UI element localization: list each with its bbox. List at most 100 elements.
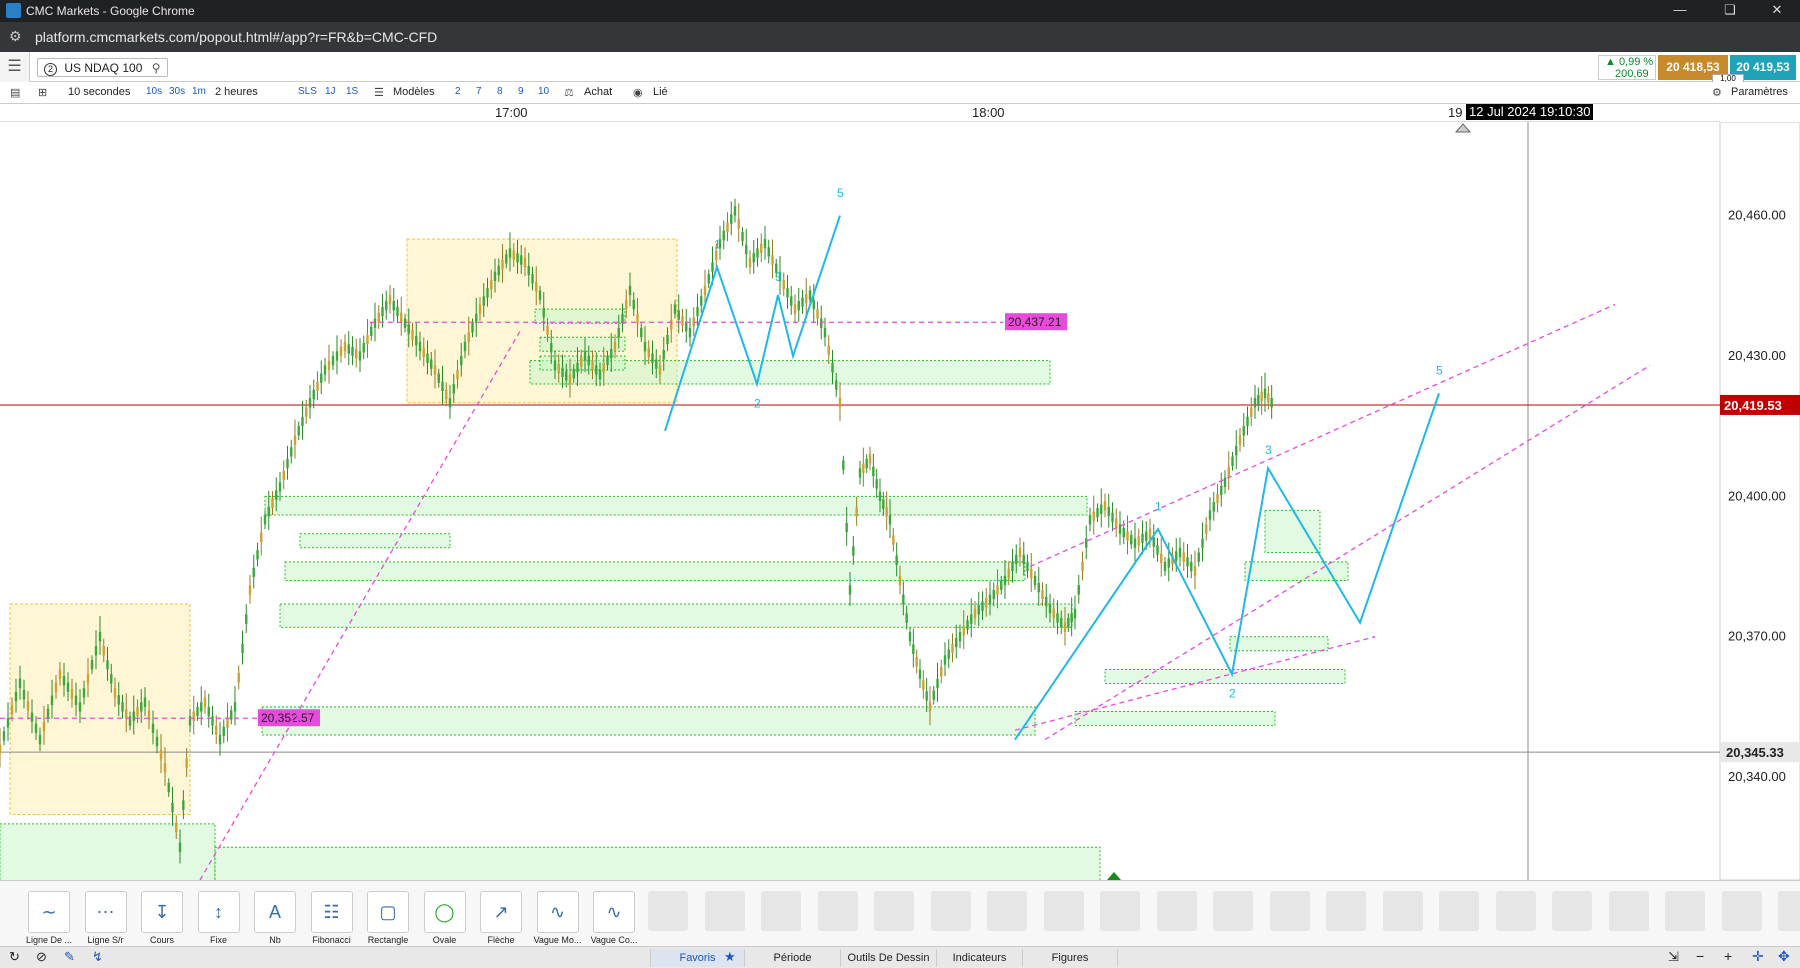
address-bar[interactable]: ⚙ platform.cmcmarkets.com/popout.html#/a… xyxy=(0,22,1800,52)
price-tick: 20,460.00 xyxy=(1728,208,1786,223)
settings-gear-icon[interactable]: ⚙ xyxy=(1712,86,1722,99)
empty-tool-slot[interactable] xyxy=(987,891,1027,931)
range-1j[interactable]: 1J xyxy=(325,86,336,97)
candle-body xyxy=(1077,585,1080,595)
empty-tool-slot[interactable] xyxy=(1269,891,1310,931)
support-resistance-line-tool-button[interactable]: ⋯ xyxy=(84,891,127,933)
template-8[interactable]: 8 xyxy=(497,86,503,97)
empty-tool-slot[interactable] xyxy=(1439,891,1479,931)
refresh-icon[interactable]: ↻ xyxy=(9,949,20,965)
empty-tool-slot[interactable] xyxy=(1495,891,1536,931)
range-dropdown[interactable]: 2 heures xyxy=(215,86,258,98)
candle-body xyxy=(647,347,650,358)
tab-figures[interactable]: Figures xyxy=(1022,949,1118,967)
move-icon[interactable]: ✥ xyxy=(1778,948,1790,965)
empty-tool-slot[interactable] xyxy=(1213,891,1253,931)
tool-label: Rectangle xyxy=(367,935,409,945)
interval-10s[interactable]: 10s xyxy=(146,86,162,97)
empty-tool-slot[interactable] xyxy=(648,891,688,931)
arrow-icon: ↗ xyxy=(493,902,509,922)
text-note-tool-button[interactable]: A xyxy=(254,891,296,933)
link-button[interactable]: Lié xyxy=(653,86,668,98)
empty-tool-slot[interactable] xyxy=(1778,891,1800,931)
candle-body xyxy=(1246,416,1249,427)
empty-tool-slot[interactable] xyxy=(1156,891,1197,931)
candle-body xyxy=(26,701,30,711)
price-chart[interactable]: 20,460.00 20,430.00 20,400.00 20,370.00 20,3… xyxy=(0,121,1800,886)
minimize-icon[interactable]: — xyxy=(1665,2,1695,20)
candle-body xyxy=(335,351,339,361)
candle-body xyxy=(2,731,6,741)
zoom-in-icon[interactable]: + xyxy=(1724,948,1732,964)
magnet-icon[interactable]: ↯ xyxy=(92,949,103,965)
wave-label: 5 xyxy=(1436,364,1443,378)
fixed-line-tool-button[interactable]: ↕ xyxy=(197,891,240,933)
no-entry-icon[interactable]: ⊘ xyxy=(36,949,47,965)
candle-body xyxy=(70,689,74,699)
search-icon[interactable]: ⚲ xyxy=(152,61,161,75)
chart-canvas[interactable]: 20,460.00 20,430.00 20,400.00 20,370.00 20,3… xyxy=(0,121,1800,886)
chart-list-icon[interactable]: ▤ xyxy=(10,86,20,99)
maximize-icon[interactable]: ❏ xyxy=(1715,2,1745,20)
range-1s[interactable]: 1S xyxy=(346,86,358,97)
line-segment-tool-button[interactable]: ∼ xyxy=(28,891,70,933)
empty-tool-slot[interactable] xyxy=(1382,891,1423,931)
interval-1m[interactable]: 1m xyxy=(192,86,206,97)
candle-body xyxy=(908,632,912,642)
template-2[interactable]: 2 xyxy=(455,86,461,97)
empty-tool-slot[interactable] xyxy=(1043,891,1084,931)
range-sls[interactable]: SLS xyxy=(298,86,317,97)
empty-tool-slot[interactable] xyxy=(874,891,914,931)
oval-tool-button[interactable]: ◯ xyxy=(423,891,466,933)
price-line-tool-button[interactable]: ↧ xyxy=(141,891,183,933)
close-icon[interactable]: ✕ xyxy=(1762,2,1792,20)
tab-outils-de-dessin[interactable]: Outils De Dessin xyxy=(840,949,936,967)
url-text[interactable]: platform.cmcmarkets.com/popout.html#/app… xyxy=(35,29,437,45)
motive-wave-tool-button[interactable]: ∿ xyxy=(536,891,579,933)
candle-body xyxy=(331,355,335,366)
fit-icon[interactable]: ⇲ xyxy=(1668,949,1679,965)
empty-tool-slot[interactable] xyxy=(930,891,971,931)
instrument-selector[interactable]: 2 US NDAQ 100 ⚲ xyxy=(37,58,168,77)
support-zone xyxy=(1104,668,1346,684)
empty-tool-slot[interactable] xyxy=(1100,891,1140,931)
buy-scale-icon[interactable]: ⚖ xyxy=(564,86,574,99)
templates-label[interactable]: Modèles xyxy=(393,86,435,98)
fibonacci-tool-button[interactable]: ☷ xyxy=(310,891,353,933)
empty-tool-slot[interactable] xyxy=(1552,891,1592,931)
template-7[interactable]: 7 xyxy=(476,86,482,97)
site-settings-icon[interactable]: ⚙ xyxy=(9,28,22,45)
template-9[interactable]: 9 xyxy=(518,86,524,97)
link-eye-icon[interactable]: ◉ xyxy=(633,86,643,99)
buy-button[interactable]: Achat xyxy=(584,86,612,98)
template-10[interactable]: 10 xyxy=(538,86,549,97)
templates-icon[interactable]: ☰ xyxy=(374,86,384,99)
tab-periode[interactable]: Période xyxy=(744,949,840,967)
interval-30s[interactable]: 30s xyxy=(169,86,185,97)
menu-icon[interactable]: ☰ xyxy=(0,52,30,82)
empty-tool-slot[interactable] xyxy=(1665,891,1705,931)
empty-tool-slot[interactable] xyxy=(761,891,801,931)
candle-body xyxy=(730,214,733,224)
star-icon[interactable]: ★ xyxy=(724,949,736,965)
interval-dropdown[interactable]: 10 secondes xyxy=(68,86,130,98)
tab-indicateurs[interactable]: Indicateurs xyxy=(936,949,1022,967)
crosshair-icon[interactable]: ✛ xyxy=(1752,948,1764,965)
empty-tool-slot[interactable] xyxy=(1608,891,1649,931)
candle-body xyxy=(1201,538,1204,548)
settings-button[interactable]: Paramètres xyxy=(1731,86,1788,98)
candle-body xyxy=(737,219,740,229)
candle-body xyxy=(905,613,908,623)
empty-tool-slot[interactable] xyxy=(817,891,858,931)
rectangle-tool-button[interactable]: ▢ xyxy=(367,891,409,933)
empty-tool-slot[interactable] xyxy=(704,891,745,931)
corrective-wave-tool-button[interactable]: ∿ xyxy=(593,891,635,933)
candle-body xyxy=(1223,477,1227,487)
arrow-tool-button[interactable]: ↗ xyxy=(480,891,522,933)
empty-tool-slot[interactable] xyxy=(1721,891,1762,931)
empty-tool-slot[interactable] xyxy=(1326,891,1366,931)
zoom-out-icon[interactable]: − xyxy=(1696,948,1704,964)
layout-grid-icon[interactable]: ⊞ xyxy=(38,86,47,99)
pencil-icon[interactable]: ✎ xyxy=(64,949,75,965)
candle-body xyxy=(1231,456,1234,466)
